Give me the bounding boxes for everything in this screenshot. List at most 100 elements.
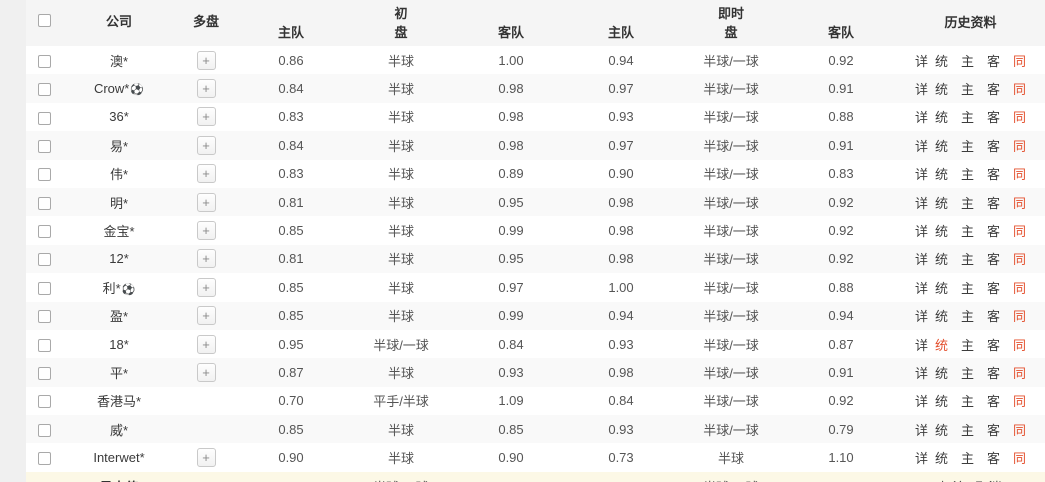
company-name[interactable]: 利*	[103, 281, 121, 296]
history-link-same[interactable]: 同	[1013, 335, 1026, 354]
history-link-away[interactable]: 客	[987, 249, 1000, 268]
expand-multi-button[interactable]: +	[197, 221, 216, 240]
history-link-same[interactable]: 同	[1013, 420, 1026, 439]
row-checkbox[interactable]	[38, 367, 51, 380]
history-link-same[interactable]: 同	[1013, 306, 1026, 325]
expand-multi-button[interactable]: +	[197, 79, 216, 98]
history-link-home[interactable]: 主	[961, 278, 974, 297]
history-link-home[interactable]: 主	[961, 193, 974, 212]
expand-multi-button[interactable]: +	[197, 51, 216, 70]
history-link-home[interactable]: 主	[961, 51, 974, 70]
history-link-detail[interactable]: 详	[915, 335, 928, 354]
history-link-detail[interactable]: 详	[915, 193, 928, 212]
history-link-home[interactable]: 主	[961, 136, 974, 155]
history-link-away[interactable]: 客	[987, 136, 1000, 155]
history-link-same[interactable]: 同	[1013, 448, 1026, 467]
company-name[interactable]: 易*	[110, 139, 128, 154]
history-link-stats[interactable]: 统	[935, 193, 948, 212]
row-checkbox[interactable]	[38, 424, 51, 437]
history-link-same[interactable]: 同	[1013, 193, 1026, 212]
history-link-stats[interactable]: 统	[935, 335, 948, 354]
company-name[interactable]: 36*	[109, 109, 129, 124]
history-link-away[interactable]: 客	[987, 107, 1000, 126]
history-link-same[interactable]: 同	[1013, 363, 1026, 382]
history-link-away[interactable]: 客	[987, 193, 1000, 212]
history-link-home[interactable]: 主	[961, 448, 974, 467]
history-link-stats[interactable]: 统	[935, 306, 948, 325]
history-link-same[interactable]: 同	[1013, 51, 1026, 70]
row-checkbox[interactable]	[38, 55, 51, 68]
row-checkbox[interactable]	[38, 140, 51, 153]
history-link-same[interactable]: 同	[1013, 107, 1026, 126]
row-checkbox[interactable]	[38, 395, 51, 408]
history-link-home[interactable]: 主	[961, 249, 974, 268]
history-link-stats[interactable]: 统	[935, 164, 948, 183]
row-checkbox[interactable]	[38, 83, 51, 96]
company-name[interactable]: 金宝*	[103, 224, 134, 239]
row-checkbox[interactable]	[38, 253, 51, 266]
row-checkbox[interactable]	[38, 310, 51, 323]
expand-multi-button[interactable]: +	[197, 306, 216, 325]
company-name[interactable]: 威*	[110, 423, 128, 438]
history-link-detail[interactable]: 详	[915, 420, 928, 439]
company-name[interactable]: Crow*	[94, 81, 129, 96]
company-name[interactable]: 香港马*	[97, 394, 141, 409]
expand-multi-button[interactable]: +	[197, 335, 216, 354]
row-checkbox[interactable]	[38, 282, 51, 295]
history-link-stats[interactable]: 统	[935, 448, 948, 467]
company-name[interactable]: 12*	[109, 251, 129, 266]
history-link-same[interactable]: 同	[1013, 136, 1026, 155]
history-link-same[interactable]: 同	[1013, 391, 1026, 410]
expand-multi-button[interactable]: +	[197, 164, 216, 183]
history-link-away[interactable]: 客	[987, 221, 1000, 240]
history-link-home[interactable]: 主	[961, 79, 974, 98]
row-checkbox[interactable]	[38, 339, 51, 352]
company-name[interactable]: 盈*	[110, 309, 128, 324]
expand-multi-button[interactable]: +	[197, 107, 216, 126]
company-name[interactable]: Interwet*	[93, 450, 144, 465]
company-name[interactable]: 18*	[109, 337, 129, 352]
history-link-detail[interactable]: 详	[915, 107, 928, 126]
history-link-stats[interactable]: 统	[935, 278, 948, 297]
history-link-detail[interactable]: 详	[915, 306, 928, 325]
company-name[interactable]: 平*	[110, 366, 128, 381]
history-link-away[interactable]: 客	[987, 278, 1000, 297]
expand-multi-button[interactable]: +	[197, 363, 216, 382]
history-link-stats[interactable]: 统	[935, 79, 948, 98]
history-link-stats[interactable]: 统	[935, 107, 948, 126]
history-link-stats[interactable]: 统	[935, 221, 948, 240]
company-name[interactable]: 澳*	[110, 54, 128, 69]
history-link-away[interactable]: 客	[987, 391, 1000, 410]
history-link-same[interactable]: 同	[1013, 164, 1026, 183]
row-checkbox[interactable]	[38, 452, 51, 465]
history-link-home[interactable]: 主	[961, 107, 974, 126]
history-link-home[interactable]: 主	[961, 391, 974, 410]
history-link-detail[interactable]: 详	[915, 363, 928, 382]
history-link-stats[interactable]: 统	[935, 249, 948, 268]
history-link-away[interactable]: 客	[987, 306, 1000, 325]
history-link-home[interactable]: 主	[961, 335, 974, 354]
history-link-away[interactable]: 客	[987, 51, 1000, 70]
expand-multi-button[interactable]: +	[197, 448, 216, 467]
history-link-detail[interactable]: 详	[915, 448, 928, 467]
select-all-checkbox[interactable]	[38, 14, 51, 27]
history-link-stats[interactable]: 统	[935, 391, 948, 410]
history-link-same[interactable]: 同	[1013, 249, 1026, 268]
history-link-home[interactable]: 主	[961, 221, 974, 240]
expand-multi-button[interactable]: +	[197, 193, 216, 212]
history-link-away[interactable]: 客	[987, 420, 1000, 439]
company-name[interactable]: 伟*	[110, 167, 128, 182]
history-link-detail[interactable]: 详	[915, 136, 928, 155]
history-link-home[interactable]: 主	[961, 420, 974, 439]
history-link-away[interactable]: 客	[987, 363, 1000, 382]
history-link-stats[interactable]: 统	[935, 363, 948, 382]
history-link-same[interactable]: 同	[1013, 278, 1026, 297]
company-name[interactable]: 明*	[110, 196, 128, 211]
history-link-away[interactable]: 客	[987, 79, 1000, 98]
history-link-detail[interactable]: 详	[915, 221, 928, 240]
history-link-same[interactable]: 同	[1013, 221, 1026, 240]
expand-multi-button[interactable]: +	[197, 136, 216, 155]
cancel-link[interactable]: 取消	[976, 477, 1002, 482]
mark-link[interactable]: 标注	[939, 477, 965, 482]
history-link-home[interactable]: 主	[961, 306, 974, 325]
